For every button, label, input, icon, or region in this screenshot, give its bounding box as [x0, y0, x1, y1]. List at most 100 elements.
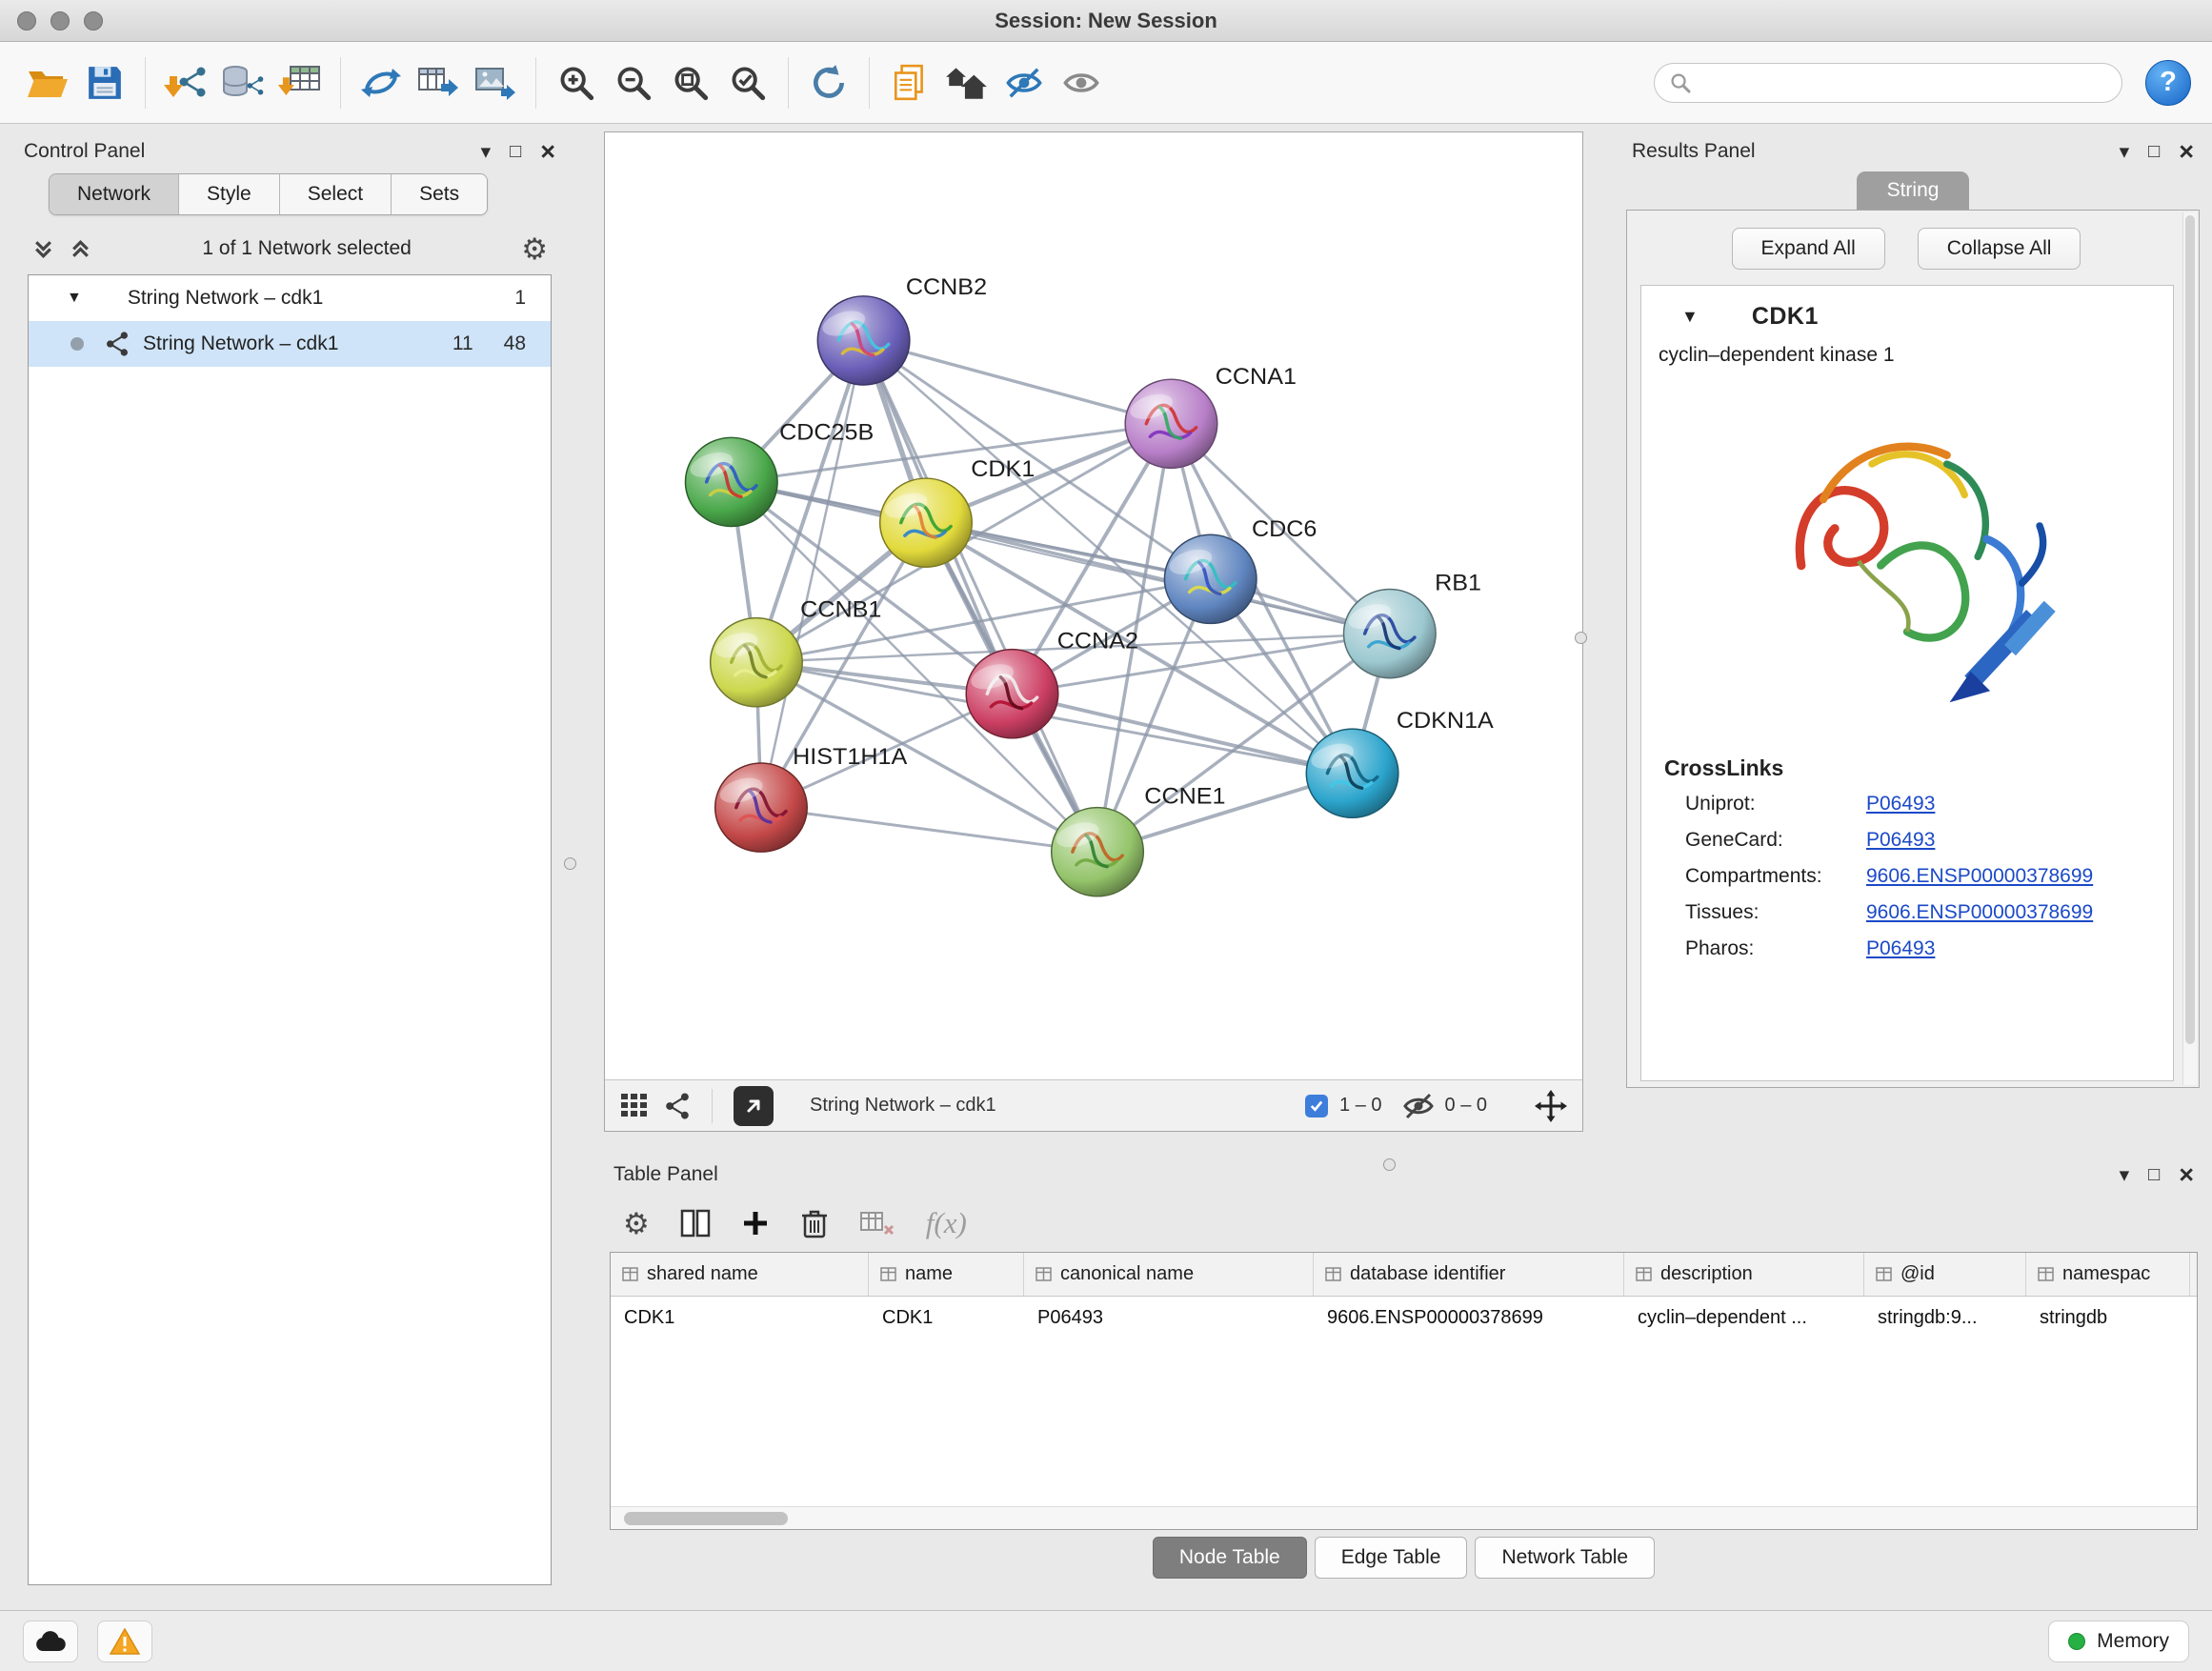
expand-all-button[interactable]: Expand All — [1732, 228, 1885, 270]
save-session-button[interactable] — [78, 54, 131, 111]
table-cell[interactable]: stringdb — [2026, 1297, 2190, 1340]
tab-style[interactable]: Style — [179, 174, 280, 214]
table-row[interactable]: CDK1CDK1P064939606.ENSP00000378699cyclin… — [611, 1297, 2197, 1340]
crosslink-link[interactable]: P06493 — [1866, 793, 1935, 815]
network-node-CDKN1A[interactable]: CDKN1A — [1306, 709, 1494, 818]
network-edge[interactable] — [761, 808, 1097, 853]
hide-selected-button[interactable] — [997, 54, 1051, 111]
export-image-button[interactable] — [469, 54, 522, 111]
panel-float-icon[interactable]: □ — [2148, 142, 2160, 161]
panel-menu-icon[interactable]: ▾ — [2120, 1165, 2130, 1185]
table-settings-gear-icon[interactable]: ⚙ — [623, 1209, 650, 1238]
table-horizontal-scrollbar[interactable] — [611, 1506, 2197, 1529]
memory-status-dot — [2068, 1633, 2085, 1650]
tab-select[interactable]: Select — [280, 174, 392, 214]
gear-icon[interactable]: ⚙ — [521, 234, 548, 264]
collapse-all-button[interactable]: Collapse All — [1918, 228, 2081, 270]
open-session-button[interactable] — [21, 54, 74, 111]
panel-close-icon[interactable]: × — [2179, 1162, 2194, 1188]
crosslink-link[interactable]: 9606.ENSP00000378699 — [1866, 901, 2093, 924]
close-window-button[interactable] — [17, 11, 36, 30]
network-node-CCNA1[interactable]: CCNA1 — [1125, 364, 1297, 468]
column-header-@id[interactable]: @id — [1864, 1253, 2026, 1296]
column-header-description[interactable]: description — [1624, 1253, 1864, 1296]
panel-float-icon[interactable]: □ — [510, 142, 521, 161]
copy-document-button[interactable] — [883, 54, 936, 111]
tab-network[interactable]: Network — [50, 174, 179, 214]
zoom-selected-button[interactable] — [721, 54, 774, 111]
apply-layout-button[interactable] — [802, 54, 855, 111]
warnings-button[interactable] — [97, 1621, 152, 1662]
table-cell[interactable]: CDK1 — [611, 1297, 869, 1340]
home-button[interactable] — [940, 54, 994, 111]
column-header-shared-name[interactable]: shared name — [611, 1253, 869, 1296]
birdseye-icon[interactable] — [620, 1093, 649, 1118]
tab-string[interactable]: String — [1857, 171, 1970, 210]
cloud-button[interactable] — [23, 1621, 78, 1662]
new-network-from-selection-button[interactable] — [412, 54, 465, 111]
import-network-database-button[interactable] — [216, 54, 270, 111]
column-header-name[interactable]: name — [869, 1253, 1024, 1296]
selected-checkbox-icon[interactable] — [1305, 1095, 1328, 1117]
splitter-handle[interactable] — [564, 857, 576, 870]
maximize-window-button[interactable] — [84, 11, 103, 30]
show-all-button[interactable] — [1055, 54, 1108, 111]
results-scrollbar[interactable] — [2182, 212, 2197, 1085]
expand-all-icon[interactable] — [69, 237, 92, 261]
network-node-CCNE1[interactable]: CCNE1 — [1052, 784, 1226, 896]
tab-network-table[interactable]: Network Table — [1475, 1537, 1655, 1579]
collection-expand-icon[interactable]: ▼ — [67, 290, 82, 307]
tab-node-table[interactable]: Node Table — [1153, 1537, 1307, 1579]
column-header-namespac[interactable]: namespac — [2026, 1253, 2190, 1296]
column-header-database-identifier[interactable]: database identifier — [1314, 1253, 1624, 1296]
network-node-CDC25B[interactable]: CDC25B — [685, 420, 874, 527]
memory-button[interactable]: Memory — [2048, 1621, 2189, 1662]
panel-close-icon[interactable]: × — [540, 139, 555, 165]
network-node-CDC6[interactable]: CDC6 — [1164, 517, 1317, 624]
splitter-handle[interactable] — [1575, 632, 1587, 644]
collapse-all-icon[interactable] — [31, 237, 55, 261]
table-cell[interactable]: CDK1 — [869, 1297, 1024, 1340]
panel-menu-icon[interactable]: ▾ — [2120, 142, 2130, 162]
network-edge[interactable] — [761, 340, 864, 807]
search-field[interactable] — [1654, 63, 2122, 103]
crosslink-link[interactable]: P06493 — [1866, 829, 1935, 852]
network-row[interactable]: String Network – cdk1 11 48 — [29, 321, 551, 367]
panel-close-icon[interactable]: × — [2179, 139, 2194, 165]
search-input[interactable] — [1700, 71, 2106, 93]
network-edge[interactable] — [864, 340, 1097, 852]
network-collection-row[interactable]: ▼ String Network – cdk1 1 — [29, 275, 551, 321]
table-cell[interactable]: 9606.ENSP00000378699 — [1314, 1297, 1624, 1340]
zoom-out-button[interactable] — [607, 54, 660, 111]
zoom-fit-button[interactable] — [664, 54, 717, 111]
crosslink-link[interactable]: P06493 — [1866, 937, 1935, 960]
network-node-CDK1[interactable]: CDK1 — [880, 456, 1036, 567]
help-button[interactable]: ? — [2145, 60, 2191, 106]
import-network-file-button[interactable] — [159, 54, 212, 111]
tab-edge-table[interactable]: Edge Table — [1315, 1537, 1468, 1579]
table-cell[interactable]: cyclin–dependent ... — [1624, 1297, 1864, 1340]
network-node-CCNB1[interactable]: CCNB1 — [711, 597, 882, 707]
panel-menu-icon[interactable]: ▾ — [481, 142, 492, 162]
splitter-handle[interactable] — [1383, 1158, 1396, 1171]
crosslink-link[interactable]: 9606.ENSP00000378699 — [1866, 865, 2093, 888]
network-type-icon[interactable] — [664, 1093, 691, 1119]
network-canvas[interactable]: CCNB2CCNA1CDC25BCDK1CDC6RB1CCNB1CCNA2CDK… — [605, 132, 1582, 1079]
show-columns-icon[interactable] — [680, 1209, 711, 1238]
column-header-canonical-name[interactable]: canonical name — [1024, 1253, 1314, 1296]
network-node-RB1[interactable]: RB1 — [1344, 571, 1481, 678]
import-table-button[interactable] — [273, 54, 327, 111]
zoom-in-button[interactable] — [550, 54, 603, 111]
export-network-button[interactable] — [734, 1086, 774, 1126]
panel-float-icon[interactable]: □ — [2148, 1165, 2160, 1184]
table-cell[interactable]: P06493 — [1024, 1297, 1314, 1340]
pan-move-icon[interactable] — [1535, 1090, 1567, 1122]
tab-sets[interactable]: Sets — [392, 174, 487, 214]
gene-collapse-icon[interactable]: ▼ — [1681, 307, 1699, 327]
table-cell[interactable]: stringdb:9... — [1864, 1297, 2026, 1340]
network-node-HIST1H1A[interactable]: HIST1H1A — [715, 744, 908, 852]
add-column-icon[interactable] — [741, 1209, 770, 1238]
delete-column-trash-icon[interactable] — [800, 1207, 829, 1239]
minimize-window-button[interactable] — [50, 11, 70, 30]
select-first-neighbors-button[interactable] — [354, 54, 408, 111]
